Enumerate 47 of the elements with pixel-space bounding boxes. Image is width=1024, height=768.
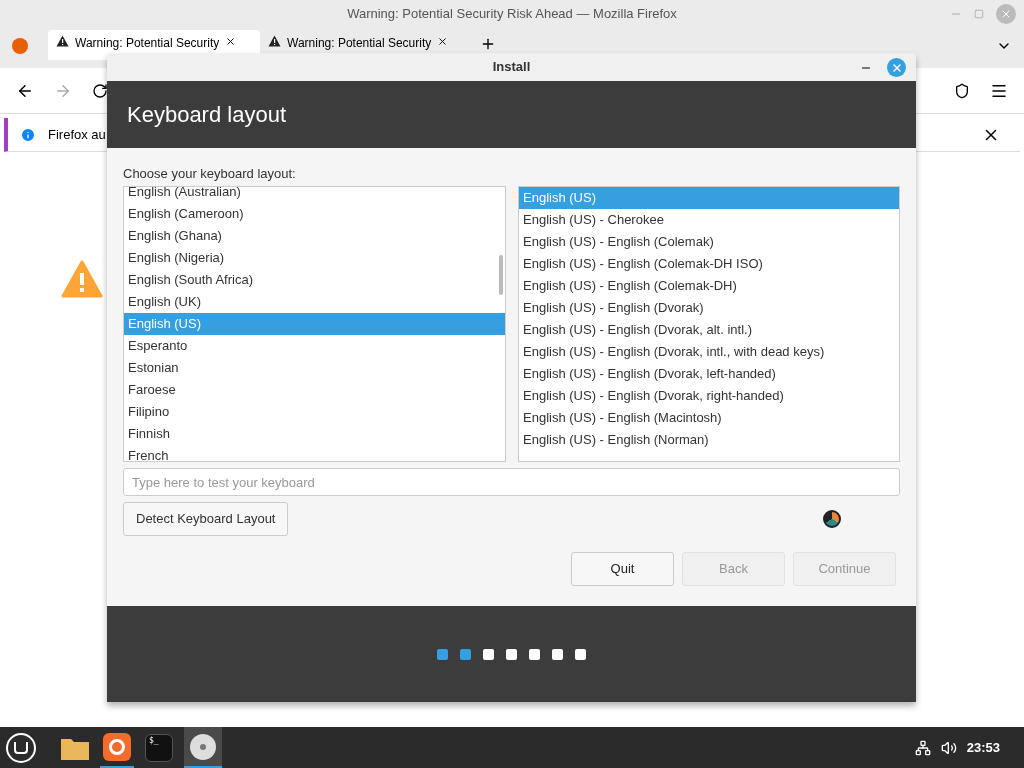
wizard-button[interactable]: Quit [571,552,674,586]
globe-icon [823,510,841,528]
layout-item[interactable]: French [124,445,505,461]
layout-item[interactable]: Filipino [124,401,505,423]
variant-item[interactable]: English (US) - English (Norman) [519,429,899,451]
warning-icon [56,35,69,47]
variant-item[interactable]: English (US) - English (Colemak-DH) [519,275,899,297]
page-heading: Keyboard layout [127,101,286,129]
volume-icon[interactable] [940,739,957,756]
variant-item[interactable]: English (US) - English (Colemak-DH ISO) [519,253,899,275]
dialog-title: Install [492,58,531,77]
warning-icon [61,260,103,298]
notification-text: Firefox au [48,125,106,144]
variant-item[interactable]: English (US) - Cherokee [519,209,899,231]
terminal-icon[interactable]: $_ [145,733,173,762]
detect-layout-button[interactable]: Detect Keyboard Layout [123,502,289,536]
reload-icon[interactable] [92,82,108,99]
variant-item[interactable]: English (US) - English (Dvorak, alt. intl.) [519,319,899,341]
scrollbar-thumb[interactable] [499,255,503,295]
layout-item[interactable]: English (South Africa) [124,269,505,291]
layout-item[interactable]: Estonian [124,357,505,379]
layout-item[interactable]: English (UK) [124,291,505,313]
warning-icon [268,35,281,47]
layout-item[interactable]: Esperanto [124,335,505,357]
layout-item[interactable]: English (Australian) [124,187,505,203]
variant-item[interactable]: English (US) - English (Dvorak, left-handed) [519,363,899,385]
layout-item[interactable]: Finnish [124,423,505,445]
variant-item[interactable]: English (US) - English (Dvorak, intl., with dead keys) [519,341,899,363]
info-icon [20,126,36,143]
menu-logo-icon[interactable] [6,732,36,763]
close-icon[interactable] [225,36,237,47]
test-input-field[interactable]: Type here to test your keyboard [123,468,900,496]
layout-item[interactable]: English (Nigeria) [124,247,505,269]
browser-tab[interactable]: Warning: Potential Security [260,30,472,60]
variant-item[interactable]: English (US) - English (Dvorak, right-handed) [519,385,899,407]
layout-item[interactable]: English (Ghana) [124,225,505,247]
new-tab-icon[interactable] [480,36,496,52]
window-title: Warning: Potential Security Risk Ahead — Mozilla Firefox [347,4,677,23]
layout-item[interactable]: English (Cameroon) [124,203,505,225]
variant-item[interactable]: English (US) - English (Dvorak) [519,297,899,319]
prompt-label: Choose your keyboard layout: [123,165,297,183]
close-icon[interactable] [437,36,449,47]
clock[interactable]: 23:53 [966,737,1000,758]
variant-item[interactable]: English (US) - English (Macintosh) [519,407,899,429]
variant-item[interactable]: English (US) - English (Colemak) [519,231,899,253]
network-icon[interactable] [914,739,931,756]
layout-item[interactable]: Faroese [124,379,505,401]
